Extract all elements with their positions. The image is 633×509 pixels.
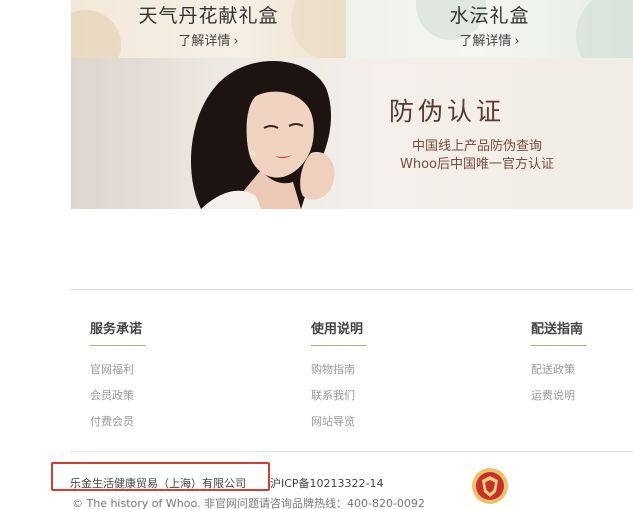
promo-link-label: 了解详情 bbox=[178, 34, 231, 49]
column-underline bbox=[531, 345, 587, 346]
footer-link[interactable]: 官网福利 bbox=[90, 361, 146, 377]
footer-bottom-divider bbox=[71, 451, 633, 452]
promo-link-label: 了解详情 bbox=[459, 34, 512, 49]
copyright-text: © The history of Whoo. 非官网问题请咨询品牌热线：400-… bbox=[72, 497, 425, 509]
promo-row: 天气丹花献礼盒 了解详情 › 水沄礼盒 了解详情 › bbox=[71, 0, 633, 58]
column-underline bbox=[311, 345, 367, 346]
footer-link[interactable]: 付费会员 bbox=[90, 413, 146, 429]
column-underline bbox=[90, 345, 146, 346]
red-shield-badge-icon[interactable] bbox=[470, 466, 510, 506]
footer-column-service: 服务承诺 官网福利 会员政策 付费会员 bbox=[90, 318, 146, 429]
column-title: 服务承诺 bbox=[90, 322, 143, 337]
promo-title: 天气丹花献礼盒 bbox=[138, 5, 279, 27]
banner-title: 防伪认证 bbox=[389, 97, 506, 126]
chevron-right-icon: › bbox=[514, 34, 520, 49]
promo-card-shuiyun[interactable]: 水沄礼盒 了解详情 › bbox=[346, 0, 633, 58]
footer-column-delivery: 配送指南 配送政策 运费说明 bbox=[531, 318, 587, 403]
icp-license[interactable]: 沪ICP备10213322-14 bbox=[270, 475, 384, 491]
promo-detail-link[interactable]: 了解详情 › bbox=[346, 30, 633, 49]
footer-link[interactable]: 购物指南 bbox=[311, 361, 367, 377]
footer-link[interactable]: 运费说明 bbox=[531, 387, 587, 403]
company-name: 乐金生活健康贸易（上海）有限公司 bbox=[70, 477, 246, 490]
footer-link[interactable]: 网站导览 bbox=[311, 413, 367, 429]
banner-subtitle: Whoo后中国唯一官方认证 bbox=[399, 157, 554, 172]
footer-column-guide: 使用说明 购物指南 联系我们 网站导览 bbox=[311, 318, 367, 429]
footer-link[interactable]: 会员政策 bbox=[90, 387, 146, 403]
footer-divider bbox=[71, 289, 633, 290]
model-portrait-image bbox=[191, 61, 335, 209]
column-title: 使用说明 bbox=[311, 322, 364, 337]
banner-subtitle: 中国线上产品防伪查询 bbox=[411, 139, 542, 154]
promo-card-tianqidan[interactable]: 天气丹花献礼盒 了解详情 › bbox=[71, 0, 346, 58]
promo-detail-link[interactable]: 了解详情 › bbox=[71, 30, 346, 49]
anti-counterfeit-banner[interactable]: 防伪认证 中国线上产品防伪查询 Whoo后中国唯一官方认证 bbox=[71, 58, 633, 209]
footer-link[interactable]: 配送政策 bbox=[531, 361, 587, 377]
column-title: 配送指南 bbox=[531, 322, 584, 337]
chevron-right-icon: › bbox=[233, 34, 239, 49]
footer-link[interactable]: 联系我们 bbox=[311, 387, 367, 403]
promo-title: 水沄礼盒 bbox=[449, 5, 530, 27]
